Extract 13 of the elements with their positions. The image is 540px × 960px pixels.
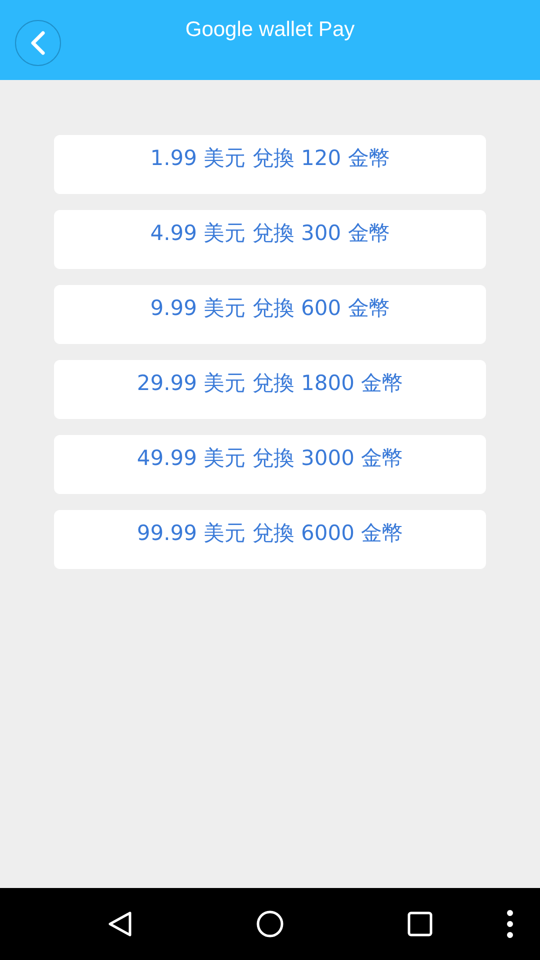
- purchase-option[interactable]: 29.99 美元 兌換 1800 金幣: [54, 360, 486, 419]
- purchase-option[interactable]: 49.99 美元 兌換 3000 金幣: [54, 435, 486, 494]
- purchase-option[interactable]: 99.99 美元 兌換 6000 金幣: [54, 510, 486, 569]
- recents-icon[interactable]: [407, 911, 433, 937]
- purchase-option[interactable]: 4.99 美元 兌換 300 金幣: [54, 210, 486, 269]
- page-title: Google wallet Pay: [185, 18, 355, 42]
- purchase-option[interactable]: 1.99 美元 兌換 120 金幣: [54, 135, 486, 194]
- back-icon[interactable]: [106, 910, 134, 938]
- home-icon[interactable]: [256, 910, 284, 938]
- chevron-left-icon: [30, 31, 46, 55]
- more-icon[interactable]: [506, 909, 514, 939]
- back-button[interactable]: [15, 20, 61, 66]
- purchase-option[interactable]: 9.99 美元 兌換 600 金幣: [54, 285, 486, 344]
